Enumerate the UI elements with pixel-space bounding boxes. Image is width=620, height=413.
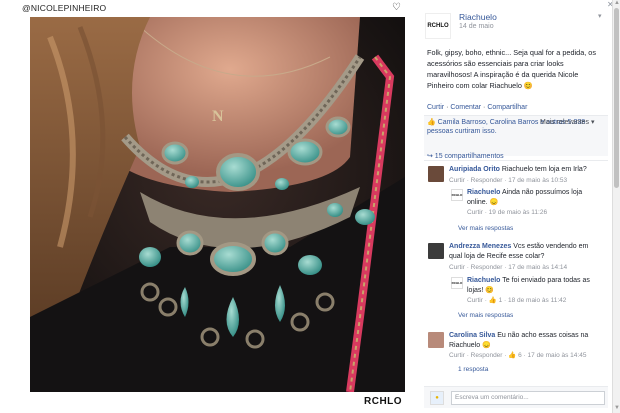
comment-meta[interactable]: Curtir · Responder · 17 de maio às 14:14 [449,264,567,271]
reply-meta[interactable]: Curtir · 19 de maio às 11:26 [467,209,547,216]
reply-author[interactable]: Riachuelo [467,277,500,284]
avatar[interactable] [428,332,444,348]
comment-body: Carolina Silva Eu não acho essas coisas … [449,331,599,350]
comment-body: Auripiada Orito Riachuelo tem loja em Ir… [449,165,599,175]
reply-author[interactable]: Riachuelo [467,189,500,196]
comment-meta[interactable]: Curtir · Responder · 👍 6 · 17 de maio às… [449,351,586,359]
instagram-username: @NICOLEPINHEIRO [22,3,107,13]
scroll-down-icon[interactable]: ▼ [614,405,620,411]
comment-meta[interactable]: Curtir · Responder · 17 de maio às 10:53 [449,177,567,184]
instagram-photo-card: @NICOLEPINHEIRO ♡ N RCHLO [10,0,408,413]
comment-author[interactable]: Carolina Silva [449,332,495,339]
more-replies-link[interactable]: Ver mais respostas [458,225,513,232]
post-caption: Folk, gipsy, boho, ethnic... Seja qual f… [427,48,597,90]
avatar[interactable]: RCHLO [451,277,463,289]
like-button[interactable]: Curtir [427,104,444,111]
necklace-photo-illustration: N [30,17,405,392]
post-date[interactable]: 14 de maio [459,23,494,30]
sort-comments-dropdown[interactable]: Mais relevantes ▾ [540,118,594,126]
heart-icon[interactable]: ♡ [392,2,401,13]
share-button[interactable]: Compartilhar [487,104,527,111]
comment-body: Andrezza Menezes Vcs estão vendendo em q… [449,242,599,261]
chevron-down-icon[interactable]: ▾ [598,12,602,20]
screen: @NICOLEPINHEIRO ♡ N RCHLO ✕ RCHLO Riachu… [0,0,620,413]
avatar[interactable]: RCHLO [451,189,463,201]
reply-body: Riachuelo Ainda não possuímos loja onlin… [467,188,597,207]
comment-author[interactable]: Auripiada Orito [449,166,500,173]
comment-author[interactable]: Andrezza Menezes [449,243,511,250]
comment-text: Riachuelo tem loja em Irla? [501,166,587,173]
post-photo[interactable]: N [30,17,405,392]
divider [424,160,608,161]
avatar[interactable] [428,243,444,259]
avatar[interactable] [428,166,444,182]
comment-button[interactable]: Comentar [450,104,481,111]
reply-meta[interactable]: Curtir · 👍 1 · 18 de maio às 11:42 [467,296,566,304]
thumbs-up-icon: 👍 [427,119,438,126]
scrollbar-thumb[interactable] [614,8,619,188]
scroll-up-icon[interactable]: ▲ [614,0,620,6]
page-name[interactable]: Riachuelo [459,12,497,22]
svg-text:N: N [212,108,224,125]
more-replies-link[interactable]: 1 resposta [458,366,488,373]
comment-input[interactable]: Escreva um comentário... [451,391,605,405]
post-actions: Curtir · Comentar · Compartilhar [427,104,528,111]
scrollbar[interactable]: ▲ ▼ [612,0,620,413]
reply-body: Riachuelo Te foi enviado para todas as l… [467,276,597,295]
rchlo-watermark: RCHLO [364,396,403,407]
user-avatar: ● [430,391,444,405]
more-replies-link[interactable]: Ver mais respostas [458,312,513,319]
shares-count[interactable]: ↪ 15 compartilhamentos [427,152,504,160]
comment-composer: ● Escreva um comentário... [424,386,608,408]
page-avatar[interactable]: RCHLO [425,13,451,39]
